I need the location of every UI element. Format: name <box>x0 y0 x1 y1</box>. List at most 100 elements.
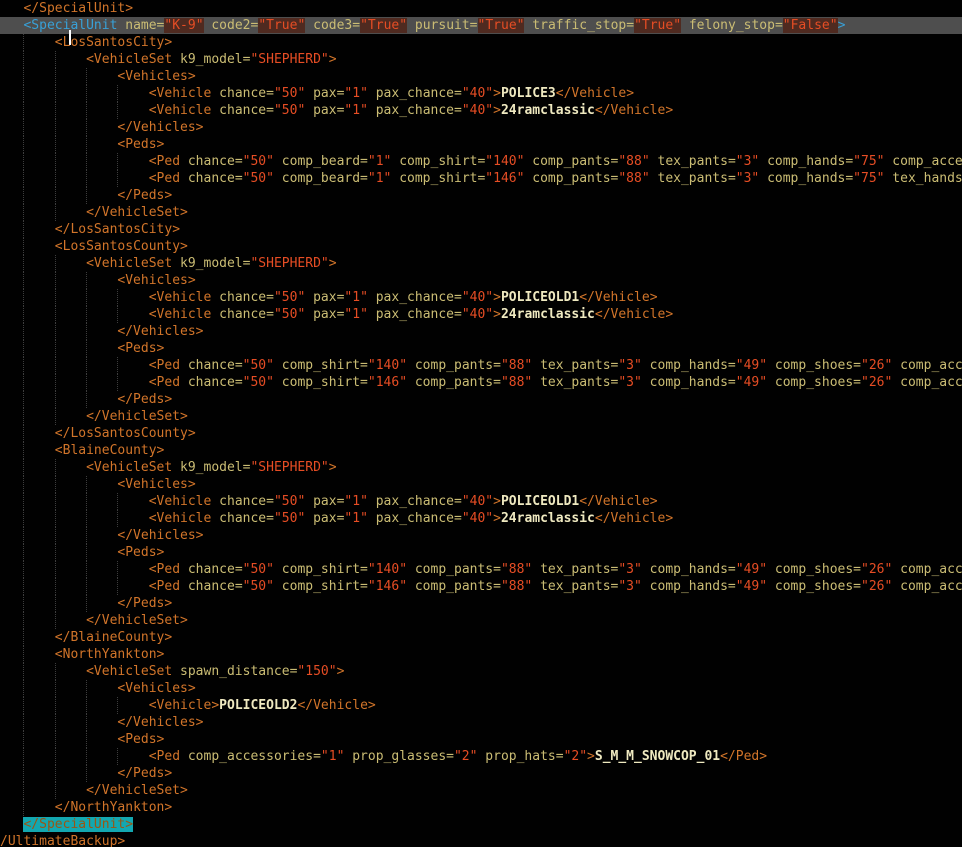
code-line[interactable]: </LosSantosCounty> <box>0 425 962 442</box>
code-line[interactable]: </VehicleSet> <box>0 612 962 629</box>
indent-spaces <box>0 1 23 16</box>
code-line[interactable]: </BlaineCounty> <box>0 629 962 646</box>
code-line[interactable]: <Ped comp_accessories="1" prop_glasses="… <box>0 748 962 765</box>
xml-attribute-token: chance= <box>211 86 274 101</box>
code-line[interactable]: <VehicleSet k9_model="SHEPHERD"> <box>0 459 962 476</box>
xml-attribute-token: comp_hands= <box>642 358 736 373</box>
code-line[interactable]: <Ped chance="50" comp_beard="1" comp_shi… <box>0 153 962 170</box>
code-area[interactable]: </SpecialUnit> <SpecialUnit name="K-9" c… <box>0 0 962 847</box>
code-line[interactable]: <Vehicle chance="50" pax="1" pax_chance=… <box>0 102 962 119</box>
code-line[interactable]: <LosSantosCounty> <box>0 238 962 255</box>
code-line[interactable]: </Peds> <box>0 187 962 204</box>
code-line[interactable]: </Vehicles> <box>0 323 962 340</box>
code-line[interactable]: <Vehicle>POLICEOLD2</Vehicle> <box>0 697 962 714</box>
code-line[interactable]: </VehicleSet> <box>0 204 962 221</box>
indent-spaces <box>0 358 149 373</box>
xml-value-token: "1" <box>344 103 367 118</box>
indent-guide <box>55 748 56 765</box>
indent-guide <box>55 476 56 493</box>
code-line[interactable]: <VehicleSet spawn_distance="150"> <box>0 663 962 680</box>
code-line[interactable]: <Ped chance="50" comp_beard="1" comp_shi… <box>0 170 962 187</box>
indent-guide <box>117 102 118 119</box>
code-line[interactable]: <Vehicle chance="50" pax="1" pax_chance=… <box>0 289 962 306</box>
xml-tag-token: <Ped <box>149 579 180 594</box>
xml-tag-token: <VehicleSet <box>86 664 172 679</box>
indent-spaces <box>0 681 117 696</box>
xml-value-token: "150" <box>297 664 336 679</box>
indent-spaces <box>0 647 55 662</box>
code-line[interactable]: </VehicleSet> <box>0 408 962 425</box>
code-line[interactable]: <Peds> <box>0 136 962 153</box>
xml-attribute-token: chance= <box>211 307 274 322</box>
code-line[interactable]: <LosSantosCity> <box>0 34 962 51</box>
xml-attribute-token: pax= <box>305 307 344 322</box>
code-line[interactable]: <SpecialUnit name="K-9" code2="True" cod… <box>0 17 962 34</box>
code-line[interactable]: </SpecialUnit> <box>0 816 962 833</box>
xml-code-editor[interactable]: </SpecialUnit> <SpecialUnit name="K-9" c… <box>0 0 962 847</box>
xml-value-token: "75" <box>853 154 884 169</box>
indent-guide <box>23 476 24 493</box>
indent-guide <box>86 595 87 612</box>
code-line[interactable]: </SpecialUnit> <box>0 0 962 17</box>
indent-guide <box>23 748 24 765</box>
indent-spaces <box>0 239 55 254</box>
indent-guide <box>55 459 56 476</box>
code-line[interactable]: <Ped chance="50" comp_shirt="146" comp_p… <box>0 578 962 595</box>
code-line[interactable]: <Vehicles> <box>0 68 962 85</box>
xml-attribute-token: comp_pants= <box>407 562 501 577</box>
xml-tag-token: </VehicleSet> <box>86 409 188 424</box>
indent-guide <box>86 68 87 85</box>
code-line[interactable]: /UltimateBackup> <box>0 833 962 847</box>
code-line[interactable]: <Vehicle chance="50" pax="1" pax_chance=… <box>0 510 962 527</box>
xml-text-token: POLICE3 <box>501 86 556 101</box>
code-line[interactable]: <NorthYankton> <box>0 646 962 663</box>
code-line[interactable]: </Peds> <box>0 765 962 782</box>
code-line[interactable]: <Vehicles> <box>0 272 962 289</box>
xml-attribute-token: comp_accessories= <box>892 579 962 594</box>
code-line[interactable]: <Vehicle chance="50" pax="1" pax_chance=… <box>0 85 962 102</box>
xml-value-token: "50" <box>243 562 274 577</box>
xml-tag-token: <Vehicle <box>149 86 212 101</box>
code-line[interactable]: <VehicleSet k9_model="SHEPHERD"> <box>0 51 962 68</box>
code-line[interactable]: <Ped chance="50" comp_shirt="140" comp_p… <box>0 357 962 374</box>
indent-guide <box>23 578 24 595</box>
xml-tag-token: </VehicleSet> <box>86 205 188 220</box>
code-line[interactable]: </Vehicles> <box>0 119 962 136</box>
code-line[interactable]: <Vehicles> <box>0 680 962 697</box>
xml-value-token: "75" <box>853 171 884 186</box>
code-line[interactable]: </LosSantosCity> <box>0 221 962 238</box>
code-line[interactable]: <Peds> <box>0 544 962 561</box>
indent-guide <box>23 799 24 816</box>
indent-guide <box>55 544 56 561</box>
indent-guide <box>117 374 118 391</box>
indent-guide <box>23 391 24 408</box>
indent-guide <box>55 697 56 714</box>
code-line[interactable]: <VehicleSet k9_model="SHEPHERD"> <box>0 255 962 272</box>
indent-guide <box>23 51 24 68</box>
code-line[interactable]: <Vehicle chance="50" pax="1" pax_chance=… <box>0 493 962 510</box>
indent-guide <box>23 187 24 204</box>
indent-guide <box>23 731 24 748</box>
code-line[interactable]: </Vehicles> <box>0 527 962 544</box>
indent-guide <box>23 204 24 221</box>
xml-tag-token: </NorthYankton> <box>55 800 172 815</box>
code-line[interactable]: <Vehicle chance="50" pax="1" pax_chance=… <box>0 306 962 323</box>
code-line[interactable]: <Vehicles> <box>0 476 962 493</box>
code-line[interactable]: </NorthYankton> <box>0 799 962 816</box>
xml-tag-token: </Peds> <box>117 596 172 611</box>
xml-tag-token: <Ped <box>149 358 180 373</box>
code-line[interactable]: <BlaineCounty> <box>0 442 962 459</box>
xml-attribute-token: pax= <box>305 103 344 118</box>
xml-tag-token: </Peds> <box>117 392 172 407</box>
code-line[interactable]: <Ped chance="50" comp_shirt="140" comp_p… <box>0 561 962 578</box>
code-line[interactable]: <Ped chance="50" comp_shirt="146" comp_p… <box>0 374 962 391</box>
code-line[interactable]: </Vehicles> <box>0 714 962 731</box>
code-line[interactable]: </Peds> <box>0 595 962 612</box>
code-line[interactable]: <Peds> <box>0 340 962 357</box>
code-line[interactable]: </Peds> <box>0 391 962 408</box>
code-line[interactable]: </VehicleSet> <box>0 782 962 799</box>
xml-attribute-token: comp_pants= <box>407 358 501 373</box>
xml-value-token: "88" <box>618 171 649 186</box>
code-line[interactable]: <Peds> <box>0 731 962 748</box>
selected-value-token: "True" <box>478 18 525 33</box>
